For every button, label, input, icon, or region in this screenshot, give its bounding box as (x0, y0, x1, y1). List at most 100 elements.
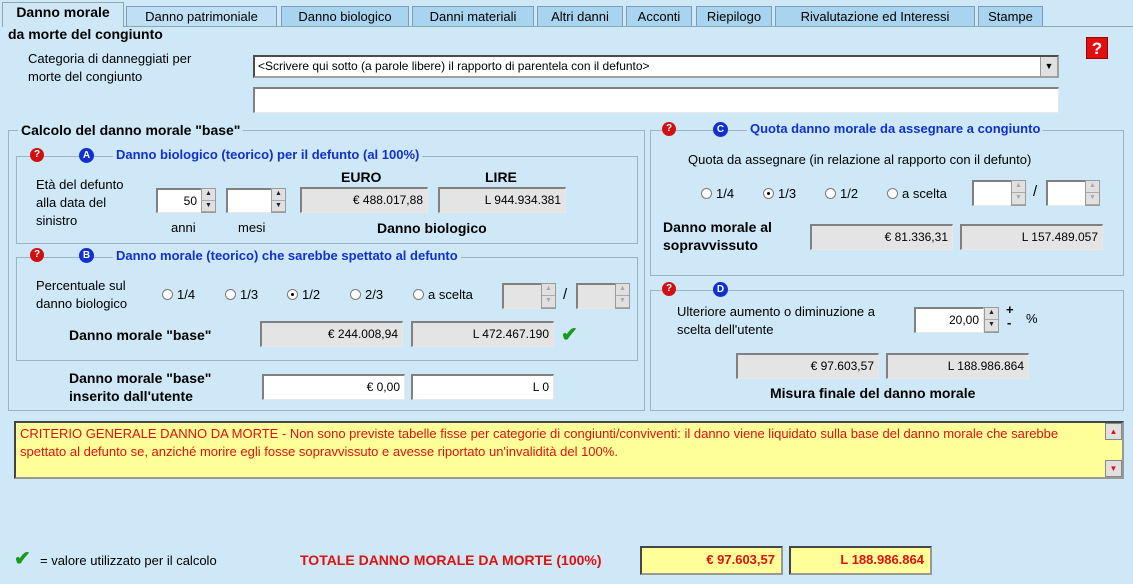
age-months-input[interactable] (226, 188, 272, 213)
final-euro-value: € 97.603,57 (736, 353, 879, 379)
section-b-title: Danno morale (teorico) che sarebbe spett… (113, 248, 461, 263)
adjust-percent-input[interactable]: 20,00 (914, 307, 984, 333)
quota-radio-1-2[interactable]: 1/2 (825, 186, 858, 201)
denominator-stepper[interactable]: ▲ ▼ (615, 283, 630, 309)
tab-danni-materiali[interactable]: Danni materiali (412, 6, 534, 27)
criteria-note: CRITERIO GENERALE DANNO DA MORTE - Non s… (14, 421, 1124, 479)
help-icon[interactable]: ? (30, 148, 44, 162)
tab-divider (123, 26, 1133, 27)
user-base-lire-input[interactable]: L 0 (411, 374, 554, 400)
category-select-value: <Scrivere qui sotto (a parole libere) il… (258, 59, 650, 73)
final-lire-value: L 188.986.864 (886, 353, 1029, 379)
final-caption: Misura finale del danno morale (770, 385, 976, 401)
years-label: anni (171, 220, 196, 235)
criteria-note-text: CRITERIO GENERALE DANNO DA MORTE - Non s… (20, 426, 1059, 459)
help-icon[interactable]: ? (1086, 37, 1108, 59)
quota-denominator-stepper[interactable]: ▲ ▼ (1085, 180, 1100, 206)
tab-altri-danni[interactable]: Altri danni (537, 6, 623, 27)
fraction-denominator-input[interactable] (576, 283, 616, 309)
radio-dot[interactable] (350, 289, 361, 300)
radio-dot[interactable] (413, 289, 424, 300)
radio-dot[interactable] (825, 188, 836, 199)
quota-radio-1-3[interactable]: 1/3 (763, 186, 796, 201)
radio-a-scelta[interactable]: a scelta (413, 287, 473, 302)
category-free-text-input[interactable] (253, 87, 1059, 113)
tab-riepilogo[interactable]: Riepilogo (696, 6, 772, 27)
category-label-line2: morte del congiunto (28, 69, 143, 84)
user-base-label-line1: Danno morale "base" (69, 370, 212, 386)
note-scrollbar[interactable]: ▲ ▼ (1105, 423, 1122, 477)
tab-rivalutazione[interactable]: Rivalutazione ed Interessi (775, 6, 975, 27)
adjust-label: Ulteriore aumento o diminuzione a scelta… (677, 303, 875, 339)
help-icon[interactable]: ? (662, 282, 676, 296)
quota-subtitle: Quota da assegnare (in relazione al rapp… (688, 152, 1032, 167)
tab-danno-morale[interactable]: Danno morale (2, 2, 124, 27)
category-select[interactable]: <Scrivere qui sotto (a parole libere) il… (253, 55, 1059, 78)
quota-radio-1-4[interactable]: 1/4 (701, 186, 734, 201)
percent-sign: % (1026, 311, 1038, 326)
tab-acconti[interactable]: Acconti (626, 6, 692, 27)
radio-dot[interactable] (225, 289, 236, 300)
quota-numerator-stepper[interactable]: ▲ ▼ (1011, 180, 1026, 206)
user-base-label: Danno morale "base" inserito dall'utente (69, 369, 211, 405)
adjust-percent-stepper[interactable]: ▲ ▼ (984, 307, 999, 333)
scroll-down-icon[interactable]: ▼ (1105, 460, 1122, 477)
radio-dot[interactable] (887, 188, 898, 199)
base-moral-lire-value: L 472.467.190 (411, 321, 554, 347)
numerator-stepper[interactable]: ▲ ▼ (541, 283, 556, 309)
scroll-up-icon[interactable]: ▲ (1105, 423, 1122, 440)
help-icon[interactable]: ? (662, 122, 676, 136)
radio-dot[interactable] (162, 289, 173, 300)
category-label-line1: Categoria di danneggiati per (28, 51, 192, 66)
age-label: Età del defunto alla data del sinistro (36, 176, 123, 230)
radio-1-3[interactable]: 1/3 (225, 287, 258, 302)
total-lire-value: L 188.986.864 (789, 546, 932, 575)
tab-danno-biologico[interactable]: Danno biologico (281, 6, 409, 27)
quota-radio-a-scelta[interactable]: a scelta (887, 186, 947, 201)
biological-caption: Danno biologico (377, 220, 487, 236)
radio-label: a scelta (428, 287, 473, 302)
percent-label-line1: Percentuale sul (36, 278, 126, 293)
radio-dot-selected[interactable] (763, 188, 774, 199)
radio-2-3[interactable]: 2/3 (350, 287, 383, 302)
base-moral-label: Danno morale "base" (69, 327, 212, 343)
radio-label: 1/3 (778, 186, 797, 201)
radio-1-4[interactable]: 1/4 (162, 287, 195, 302)
radio-dot[interactable] (701, 188, 712, 199)
help-icon[interactable]: ? (30, 248, 44, 262)
tab-danno-patrimoniale[interactable]: Danno patrimoniale (126, 6, 277, 27)
check-icon: ✔ (561, 324, 578, 346)
age-months-stepper[interactable]: ▲ ▼ (271, 188, 286, 213)
section-c-title: Quota danno morale da assegnare a congiu… (747, 121, 1044, 136)
fraction-numerator-input[interactable] (502, 283, 542, 309)
percent-label: Percentuale sul danno biologico (36, 277, 127, 313)
tab-stampe[interactable]: Stampe (978, 6, 1043, 27)
age-years-input[interactable]: 50 (156, 188, 202, 213)
adjust-label-line2: scelta dell'utente (677, 322, 774, 337)
check-icon: ✔ (14, 548, 31, 570)
quota-denominator-input[interactable] (1046, 180, 1086, 206)
section-a-badge: A (79, 148, 94, 163)
survivor-euro-value: € 81.336,31 (810, 224, 953, 250)
biological-lire-value: L 944.934.381 (438, 187, 566, 213)
age-years-stepper[interactable]: ▲ ▼ (201, 188, 216, 213)
lire-header: LIRE (485, 169, 517, 185)
user-base-euro-input[interactable]: € 0,00 (262, 374, 405, 400)
radio-1-2[interactable]: 1/2 (287, 287, 320, 302)
radio-dot-selected[interactable] (287, 289, 298, 300)
survivor-lire-value: L 157.489.057 (960, 224, 1103, 250)
quota-slash: / (1033, 183, 1038, 200)
page-subtitle: da morte del congiunto (8, 26, 163, 42)
base-moral-euro-value: € 244.008,94 (260, 321, 403, 347)
chevron-down-icon[interactable]: ▼ (1040, 57, 1057, 76)
section-a-title: Danno biologico (teorico) per il defunto… (113, 147, 423, 162)
radio-label: 1/4 (177, 287, 196, 302)
quota-numerator-input[interactable] (972, 180, 1012, 206)
age-label-line1: Età del defunto (36, 177, 124, 192)
radio-label: 1/3 (240, 287, 259, 302)
radio-label: 1/2 (840, 186, 859, 201)
radio-label: a scelta (902, 186, 947, 201)
fraction-slash: / (563, 286, 568, 303)
total-euro-value: € 97.603,57 (640, 546, 783, 575)
percent-label-line2: danno biologico (36, 296, 128, 311)
